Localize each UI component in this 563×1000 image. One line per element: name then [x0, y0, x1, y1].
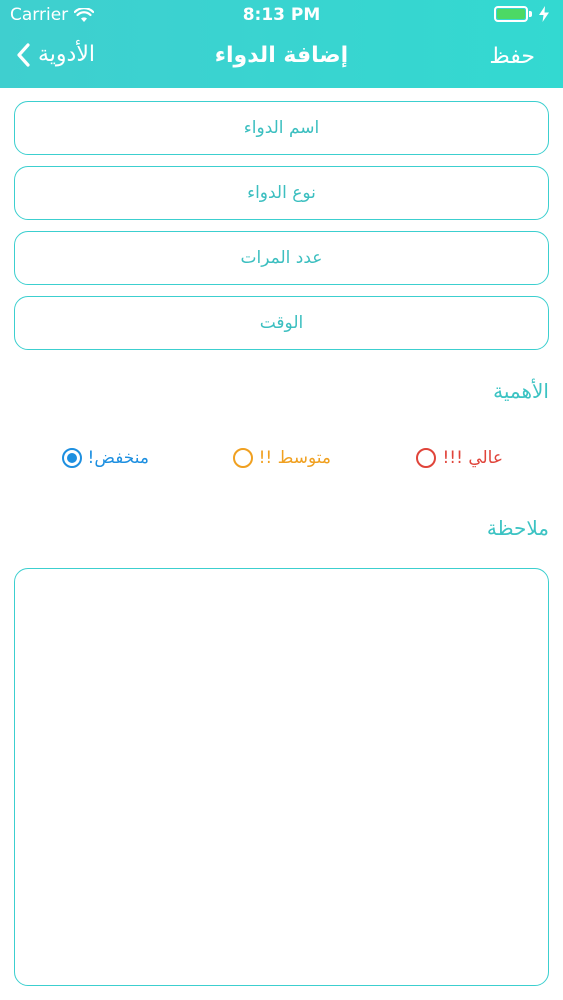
- medicine-type-placeholder: نوع الدواء: [247, 183, 316, 203]
- radio-unselected-icon: [232, 448, 253, 468]
- importance-high-label: عالي !!!: [442, 448, 503, 468]
- time-placeholder: الوقت: [259, 313, 304, 333]
- battery-fill: [497, 9, 525, 19]
- importance-label: الأهمية: [493, 379, 549, 403]
- medicine-type-field[interactable]: نوع الدواء: [14, 166, 549, 220]
- note-textarea[interactable]: [14, 568, 549, 986]
- battery-icon: [494, 6, 528, 22]
- frequency-field[interactable]: عدد المرات: [14, 231, 549, 285]
- navigation-bar: الأدوية إضافة الدواء حفظ: [0, 36, 563, 80]
- radio-unselected-icon: [416, 448, 437, 468]
- frequency-placeholder: عدد المرات: [240, 248, 323, 268]
- radio-selected-icon: [61, 448, 82, 468]
- medicine-name-field[interactable]: اسم الدواء: [14, 101, 549, 155]
- clock: 8:13 PM: [242, 5, 321, 25]
- charging-bolt-icon: [539, 6, 549, 22]
- importance-medium-label: متوسط !!: [258, 448, 331, 468]
- note-label: ملاحظة: [486, 516, 549, 540]
- battery-tip: [529, 11, 532, 17]
- importance-low-label: منخفض!: [87, 448, 149, 468]
- importance-medium-option[interactable]: متوسط !!: [232, 448, 331, 468]
- page-title: إضافة الدواء: [214, 43, 349, 68]
- time-field[interactable]: الوقت: [14, 296, 549, 350]
- status-bar: Carrier 8:13 PM: [0, 0, 563, 30]
- importance-high-option[interactable]: عالي !!!: [416, 448, 503, 468]
- header-bar: Carrier 8:13 PM الأدوية إضافة الدواء حفظ: [0, 0, 563, 88]
- radio-dot: [66, 453, 77, 463]
- battery-indicator: [494, 6, 549, 22]
- save-button[interactable]: حفظ: [489, 44, 535, 69]
- medicine-name-placeholder: اسم الدواء: [243, 118, 320, 138]
- importance-low-option[interactable]: منخفض!: [61, 448, 149, 468]
- importance-radio-group: عالي !!! متوسط !! منخفض!: [0, 446, 563, 476]
